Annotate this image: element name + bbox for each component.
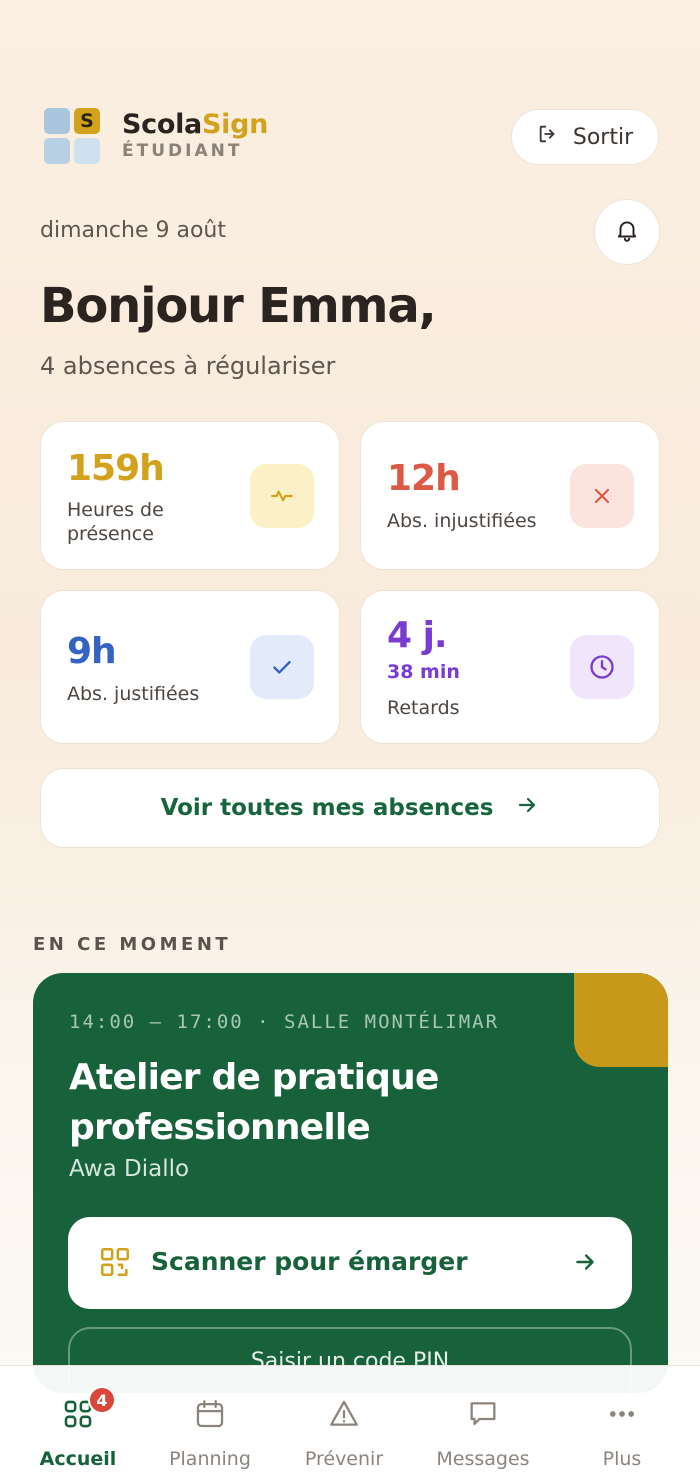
stat-value: 159h	[67, 448, 165, 489]
nav-item-prevenir[interactable]: Prévenir	[274, 1366, 414, 1481]
nav-item-plus[interactable]: Plus	[552, 1366, 692, 1481]
logo: S	[44, 108, 100, 164]
course-time: 14:00 — 17:00 · SALLE MONTÉLIMAR	[69, 1011, 500, 1033]
section-title: EN CE MOMENT	[33, 934, 232, 955]
message-icon	[463, 1394, 503, 1434]
warning-icon	[324, 1394, 364, 1434]
bell-icon	[614, 217, 640, 247]
nav-label: Plus	[602, 1448, 642, 1470]
nav-label: Prévenir	[304, 1448, 384, 1470]
stat-card-late[interactable]: 4 j. 38 min Retards	[360, 590, 660, 744]
logout-button[interactable]: Sortir	[511, 109, 659, 165]
greeting-title: Bonjour Emma,	[40, 278, 437, 334]
arrow-right-icon	[572, 1249, 598, 1279]
nav-label: Planning	[169, 1448, 251, 1470]
brand-subtitle: ÉTUDIANT	[122, 141, 243, 162]
stat-label: Abs. justifiées	[67, 683, 200, 705]
greeting-subtitle: 4 absences à régulariser	[40, 352, 336, 380]
qr-code-icon	[98, 1245, 132, 1283]
app-screen: S ScolaSign ÉTUDIANT Sortir dimanche 9 a…	[0, 0, 700, 1481]
scan-label: Scanner pour émarger	[151, 1247, 468, 1276]
view-all-label: Voir toutes mes absences	[160, 795, 494, 821]
decorative-corner	[574, 973, 668, 1067]
notification-badge: 4	[88, 1386, 116, 1414]
stat-card-justified[interactable]: 9h Abs. justifiées	[40, 590, 340, 744]
logout-label: Sortir	[572, 124, 634, 150]
stat-label: Abs. injustifiées	[387, 510, 537, 532]
stat-card-unjustified[interactable]: 12h Abs. injustifiées	[360, 421, 660, 570]
bottom-nav: 4 Accueil Planning Prévenir Messages Plu…	[0, 1365, 700, 1481]
stat-card-presence[interactable]: 159h Heures de présence	[40, 421, 340, 570]
stat-subvalue: 38 min	[387, 661, 460, 683]
check-icon	[250, 635, 314, 699]
nav-label: Accueil	[39, 1448, 117, 1470]
logout-icon	[537, 123, 559, 151]
nav-item-planning[interactable]: Planning	[140, 1366, 280, 1481]
stat-value: 4 j.	[387, 615, 448, 656]
scan-attendance-button[interactable]: Scanner pour émarger	[68, 1217, 632, 1309]
nav-item-messages[interactable]: Messages	[413, 1366, 553, 1481]
current-date: dimanche 9 août	[40, 218, 227, 243]
notifications-button[interactable]	[594, 199, 660, 265]
nav-item-accueil[interactable]: 4 Accueil	[8, 1366, 148, 1481]
more-icon	[602, 1394, 642, 1434]
pulse-icon	[250, 464, 314, 528]
nav-label: Messages	[436, 1448, 530, 1470]
brand: S ScolaSign ÉTUDIANT	[44, 108, 268, 164]
calendar-icon	[190, 1394, 230, 1434]
stat-value: 12h	[387, 458, 461, 499]
course-title: Atelier de pratique professionnelle	[69, 1057, 439, 1148]
view-all-absences-button[interactable]: Voir toutes mes absences	[40, 768, 660, 848]
brand-name: ScolaSign	[122, 108, 269, 140]
close-icon	[570, 464, 634, 528]
stat-value: 9h	[67, 631, 117, 672]
clock-icon	[570, 635, 634, 699]
current-course-card: 14:00 — 17:00 · SALLE MONTÉLIMAR Atelier…	[33, 973, 668, 1393]
stat-label: Retards	[387, 697, 460, 719]
arrow-right-icon	[515, 793, 539, 823]
stat-label: Heures de présence	[67, 499, 164, 545]
course-teacher: Awa Diallo	[69, 1156, 190, 1182]
